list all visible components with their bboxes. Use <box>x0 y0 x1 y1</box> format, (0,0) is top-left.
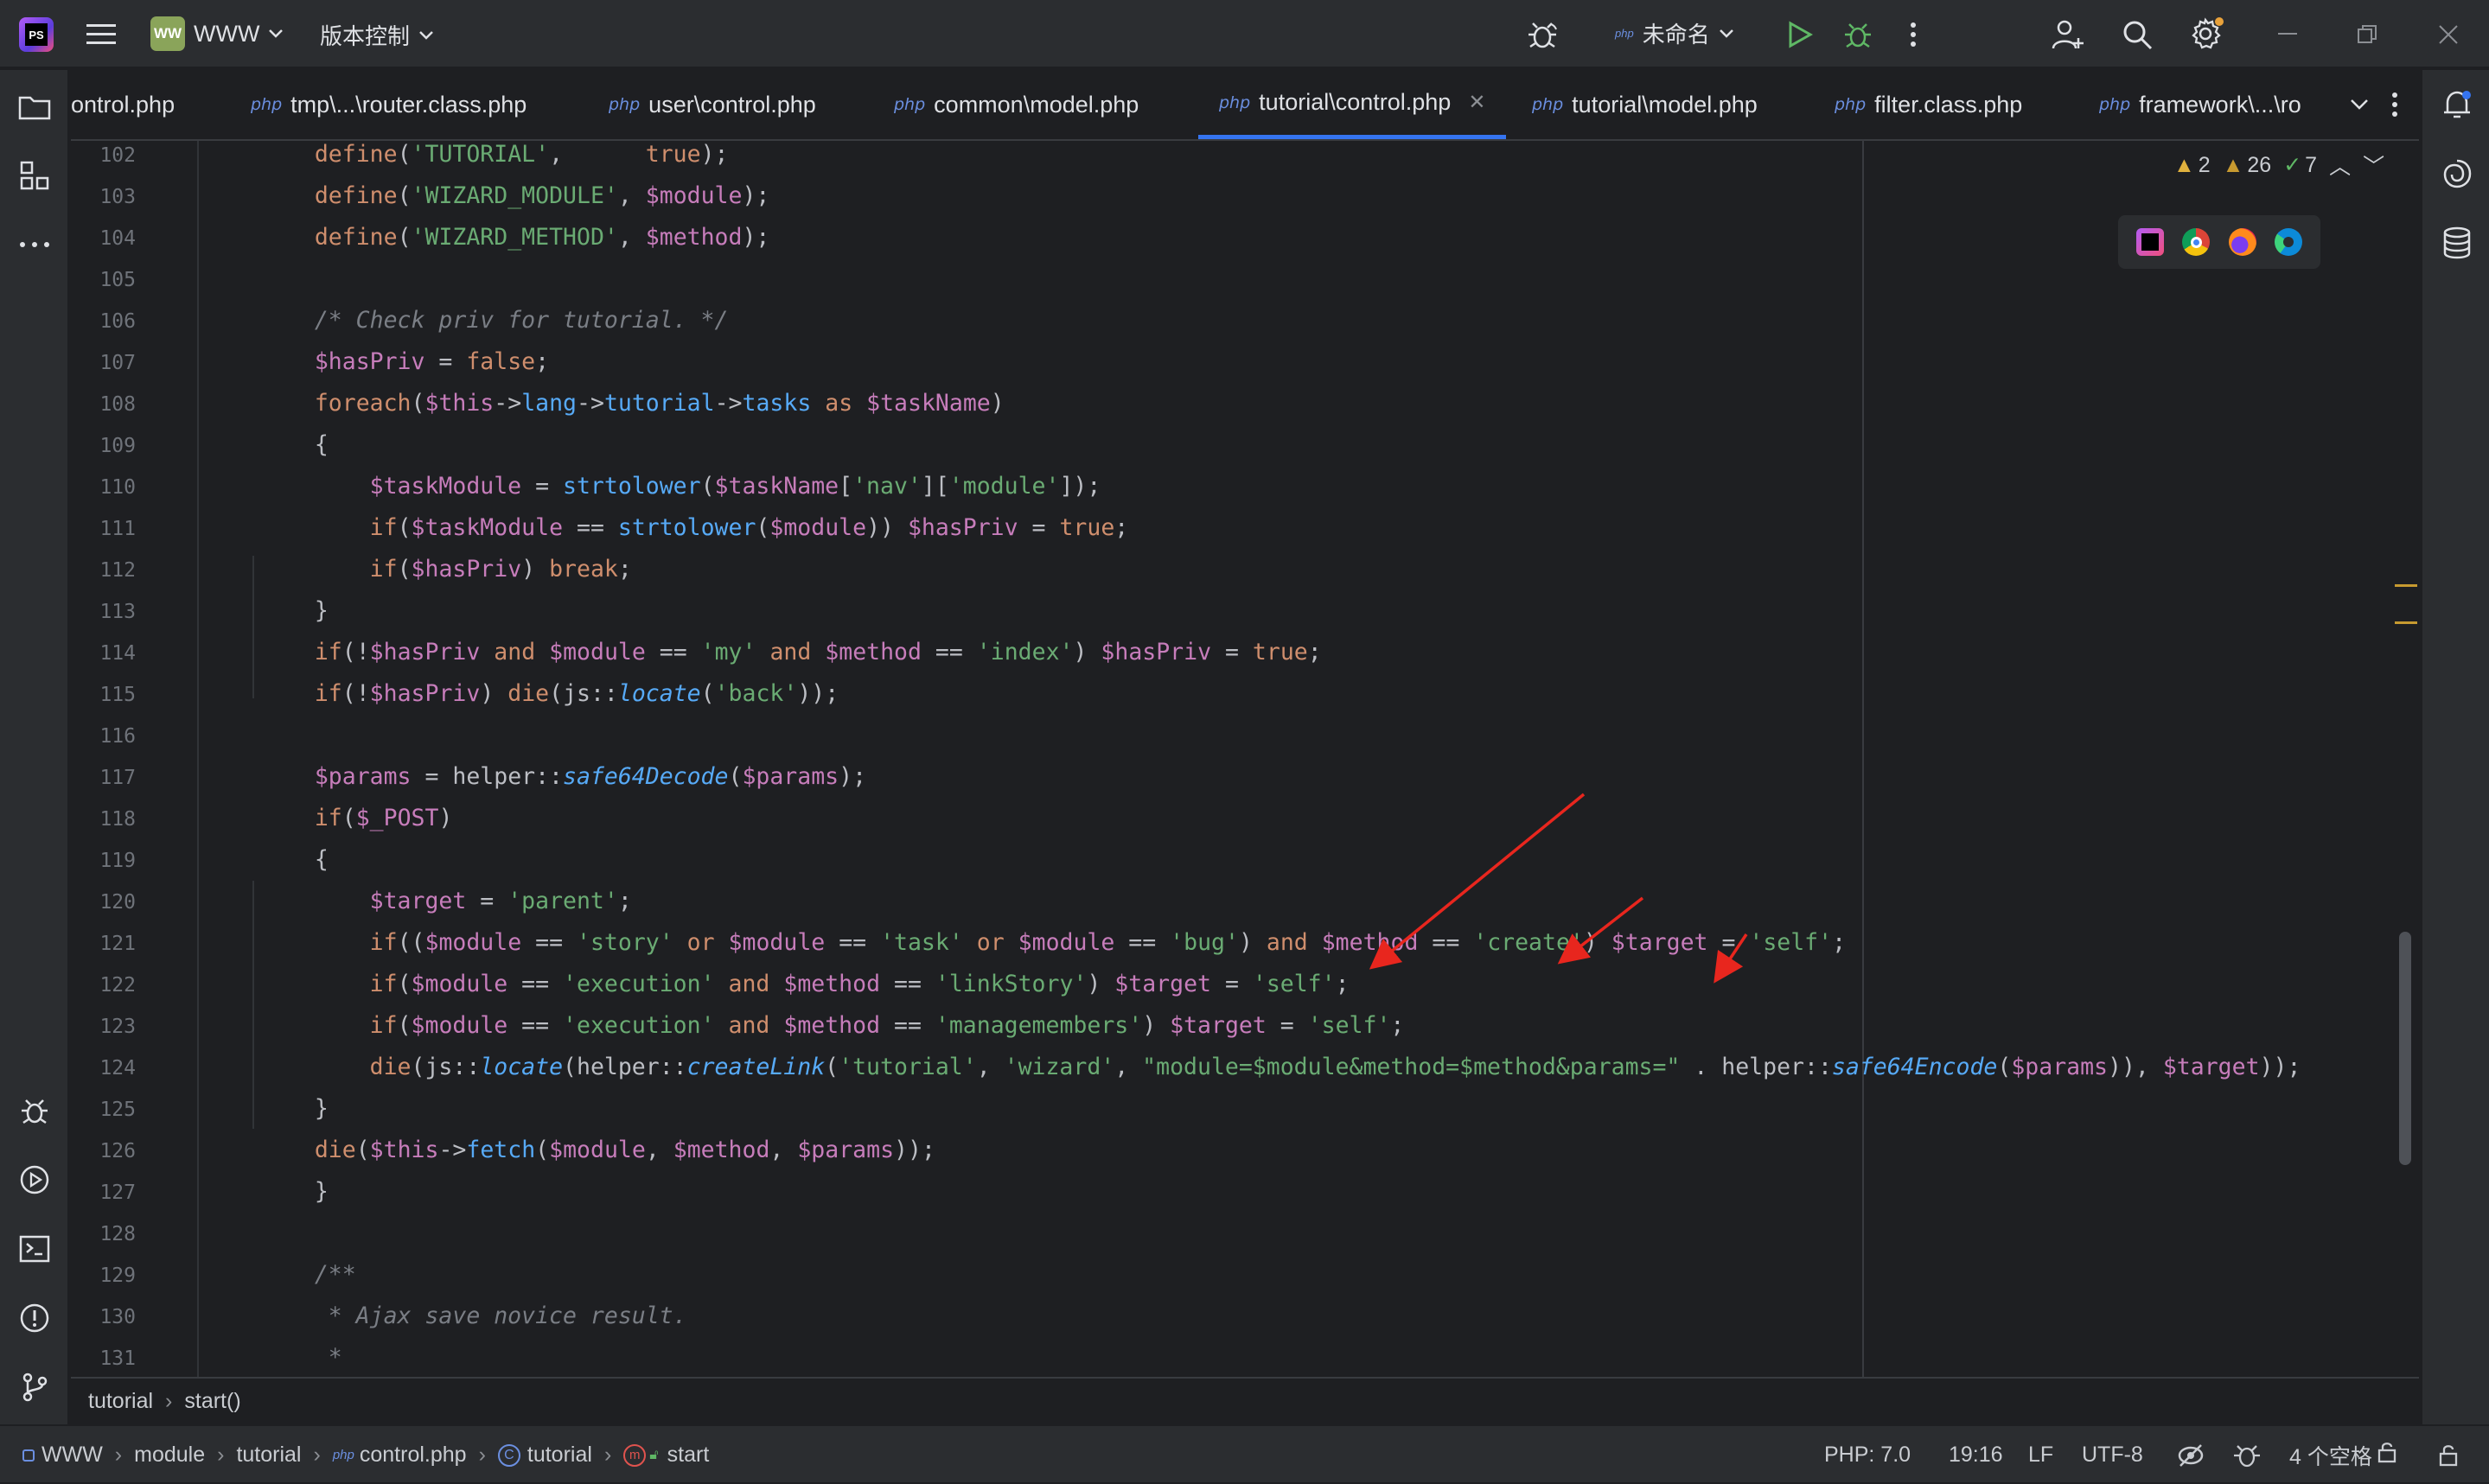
chevron-right-icon: › <box>603 1443 612 1467</box>
chevron-right-icon: › <box>478 1443 486 1467</box>
restore-window-icon[interactable] <box>2350 17 2384 52</box>
git-branch-icon[interactable] <box>17 1370 52 1404</box>
nav-module[interactable]: module <box>134 1443 205 1468</box>
php-file-icon: php <box>1532 95 1564 114</box>
chevron-down-icon <box>1719 29 1734 39</box>
code-breadcrumb-bar: tutorial › start() <box>71 1377 2419 1424</box>
minimize-window-icon[interactable] <box>2270 17 2305 52</box>
public-access-icon: 🔓︎ <box>649 1447 659 1462</box>
tab-tutorial-model[interactable]: php tutorial\model.php <box>1532 70 1758 139</box>
tab-router-class[interactable]: php tmp\...\router.class.php <box>251 70 527 139</box>
navigation-bar: WWW › module › tutorial › php control.ph… <box>22 1426 709 1484</box>
indent-label: 4 个空格 <box>2289 1444 2372 1469</box>
tab-more-icon[interactable] <box>2381 70 2409 139</box>
project-folder-icon[interactable] <box>17 89 52 124</box>
arrow-1 <box>1369 793 1586 970</box>
method-icon: m <box>623 1443 647 1467</box>
chevron-down-icon <box>268 29 284 39</box>
class-icon: C <box>497 1443 520 1467</box>
nav-class[interactable]: tutorial <box>527 1443 592 1468</box>
php-file-icon: php <box>2099 95 2131 114</box>
run-config-name: 未命名 <box>1642 22 1710 48</box>
run-icon[interactable] <box>1783 17 1817 52</box>
nav-file[interactable]: control.php <box>360 1443 467 1468</box>
php-file-icon: php <box>1219 92 1251 112</box>
file-lock-icon[interactable] <box>2438 1426 2460 1484</box>
run-config-selector[interactable]: php 未命名 <box>1615 17 1734 49</box>
php-version[interactable]: PHP: 7.0 <box>1824 1426 1911 1484</box>
chevron-right-icon: › <box>114 1443 123 1467</box>
terminal-icon[interactable] <box>17 1232 52 1266</box>
annotation-arrows <box>1369 793 1748 984</box>
line-ending[interactable]: LF <box>2028 1426 2053 1484</box>
left-tool-window-bar <box>0 70 69 1424</box>
inspections-off-icon[interactable] <box>2177 1426 2205 1484</box>
crumb-class[interactable]: tutorial <box>88 1389 153 1414</box>
tab-user-control[interactable]: php user\control.php <box>609 70 816 139</box>
add-user-icon[interactable] <box>2049 16 2087 54</box>
arrow-3 <box>1714 933 1748 984</box>
right-tool-window-bar <box>2421 70 2489 1424</box>
nav-tutorial-dir[interactable]: tutorial <box>236 1443 301 1468</box>
cursor-position[interactable]: 19:16 <box>1949 1426 2003 1484</box>
more-actions-icon[interactable] <box>1900 17 1926 52</box>
vcs-menu[interactable]: 版本控制 <box>320 19 434 51</box>
settings-gear-icon[interactable] <box>2187 14 2227 54</box>
tab-tutorial-control[interactable]: php tutorial\control.php ✕ <box>1198 70 1507 139</box>
search-icon[interactable] <box>2118 16 2156 54</box>
tab-common-model[interactable]: php common\model.php <box>894 70 1139 139</box>
debug-tool-icon[interactable] <box>17 1093 52 1128</box>
nav-method[interactable]: start <box>667 1443 710 1468</box>
status-bar: WWW › module › tutorial › php control.ph… <box>0 1424 2489 1482</box>
php-file-icon: php <box>894 95 926 114</box>
chevron-down-icon <box>418 30 434 41</box>
debugger-status-icon[interactable] <box>2232 1426 2262 1484</box>
tab-framework-router[interactable]: php framework\...\ro <box>2099 70 2350 139</box>
project-icon <box>22 1449 35 1462</box>
chevron-right-icon: › <box>165 1389 173 1413</box>
tab-list-chevron-icon[interactable] <box>2336 70 2383 139</box>
project-selector[interactable]: WW WWW <box>150 16 284 51</box>
vcs-label: 版本控制 <box>320 23 411 49</box>
php-file-icon: php <box>1835 95 1867 114</box>
crumb-method[interactable]: start() <box>184 1389 240 1414</box>
services-icon[interactable] <box>17 1162 52 1197</box>
more-tools-icon[interactable] <box>17 227 52 262</box>
tab-filter-class[interactable]: php filter.class.php <box>1835 70 2022 139</box>
hamburger-menu-icon[interactable] <box>85 19 118 50</box>
debug-listen-icon[interactable] <box>1523 16 1561 54</box>
notifications-bell-icon[interactable] <box>2440 87 2474 122</box>
php-file-icon: php <box>332 1448 354 1462</box>
indent-setting[interactable]: 4 个空格 <box>2289 1426 2396 1484</box>
php-config-icon: php <box>1615 27 1634 40</box>
ai-assistant-icon[interactable] <box>2440 156 2474 191</box>
title-bar: PS WW WWW 版本控制 php 未命名 <box>0 0 2489 68</box>
project-badge: WW <box>150 16 185 51</box>
tab-control-php[interactable]: ontrol.php <box>71 70 175 139</box>
php-file-icon: php <box>609 95 641 114</box>
close-window-icon[interactable] <box>2431 17 2466 52</box>
database-icon[interactable] <box>2440 226 2474 260</box>
chevron-right-icon: › <box>313 1443 321 1467</box>
editor-tab-bar: ontrol.php php tmp\...\router.class.php p… <box>71 70 2419 141</box>
project-name: WWW <box>194 20 260 47</box>
debug-icon[interactable] <box>1840 16 1876 53</box>
php-file-icon: php <box>251 95 283 114</box>
file-encoding[interactable]: UTF-8 <box>2082 1426 2143 1484</box>
read-only-lock-icon <box>2377 1441 2396 1469</box>
close-tab-icon[interactable]: ✕ <box>1468 90 1485 115</box>
nav-project[interactable]: WWW <box>41 1443 103 1468</box>
structure-icon[interactable] <box>17 158 52 193</box>
arrow-2 <box>1557 896 1644 965</box>
chevron-right-icon: › <box>217 1443 225 1467</box>
problems-icon[interactable] <box>17 1301 52 1335</box>
code-editor[interactable]: 102 103 104 105 106 107 108 109 110 111 112 113 114 1… <box>71 141 2419 1377</box>
app-logo-icon[interactable]: PS <box>19 17 54 52</box>
